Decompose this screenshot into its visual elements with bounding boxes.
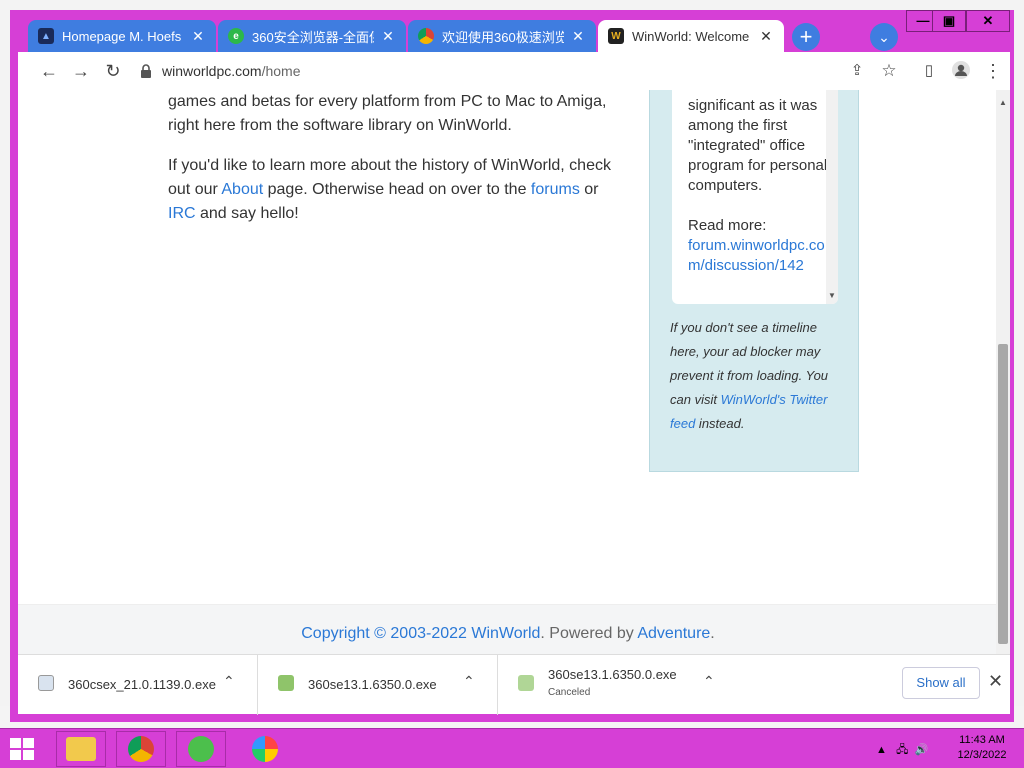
360-icon (188, 736, 214, 762)
download-filename: 360csex_21.0.1139.0.exe (68, 677, 216, 692)
close-tab-icon[interactable]: ✕ (380, 28, 396, 45)
tab-title: 360安全浏览器-全面保护 (252, 29, 374, 45)
history-text-d: and say hello! (195, 205, 299, 222)
scroll-up-arrow-icon[interactable]: ▲ (999, 98, 1007, 107)
download-filename: 360se13.1.6350.0.exe (308, 677, 437, 692)
taskbar: ▲ 🖧 🔊 11:43 AM 12/3/2022 (0, 728, 1024, 768)
file-explorer-taskbar-button[interactable] (56, 731, 106, 767)
tab-360-safe-browser[interactable]: e 360安全浏览器-全面保护 ✕ (218, 20, 406, 52)
scroll-down-arrow-icon[interactable]: ▼ (828, 291, 836, 300)
browser-window: ▲ Homepage M. Hoefs - Ü ✕ e 360安全浏览器-全面保… (10, 10, 1014, 722)
menu-kebab-icon[interactable]: ⋮ (982, 60, 1004, 82)
url-host: winworldpc.com (162, 63, 262, 79)
timeline-read-more-label: Read more: (688, 217, 767, 234)
profile-avatar[interactable] (950, 60, 972, 82)
copyright-link[interactable]: Copyright © 2003-2022 WinWorld (301, 625, 540, 642)
side-panel-icon[interactable]: ▯ (918, 60, 940, 82)
winworld-icon: ▲ (38, 28, 54, 44)
clock-date: 12/3/2022 (957, 749, 1007, 761)
url-text: winworldpc.com/home (162, 63, 301, 79)
chevron-up-icon[interactable]: ⌃ (223, 673, 235, 690)
chrome-icon (128, 736, 154, 762)
forward-button[interactable]: → (70, 60, 92, 82)
download-item[interactable]: 360se13.1.6350.0.exe Canceled ⌃ (498, 655, 738, 715)
tab-winworld-welcome[interactable]: W WinWorld: Welcome ✕ (598, 20, 784, 52)
page-scrollbar[interactable]: ▲ (996, 90, 1010, 654)
360-speed-taskbar-button[interactable] (240, 731, 290, 767)
intro-paragraph: games and betas for every platform from … (168, 93, 607, 134)
tab-title: WinWorld: Welcome (632, 28, 750, 44)
close-tab-icon[interactable]: ✕ (758, 28, 774, 45)
360-browser-taskbar-button[interactable] (176, 731, 226, 767)
download-item[interactable]: 360se13.1.6350.0.exe ⌃ (258, 655, 498, 715)
close-tab-icon[interactable]: ✕ (570, 28, 586, 45)
scrollbar-thumb[interactable] (998, 344, 1008, 644)
page-content: games and betas for every platform from … (18, 90, 1010, 654)
timeline-discussion-link[interactable]: forum.winworldpc.com/discussion/142 (688, 237, 825, 274)
history-text-b: page. Otherwise head on over to the (263, 181, 531, 198)
chrome-icon (418, 28, 434, 44)
tab-360-speed-browser[interactable]: 欢迎使用360极速浏览器 ✕ (408, 20, 596, 52)
chevron-up-icon[interactable]: ⌃ (703, 673, 715, 690)
tab-title: Homepage M. Hoefs - Ü (62, 28, 184, 44)
bookmark-star-icon[interactable]: ☆ (878, 60, 900, 82)
url-path: /home (261, 63, 301, 79)
close-tab-icon[interactable]: ✕ (190, 28, 206, 45)
maximize-button[interactable]: ▣ (932, 10, 966, 32)
ad-blocker-note: If you don't see a timeline here, your a… (670, 316, 838, 436)
reload-button[interactable]: ↻ (102, 60, 124, 82)
show-all-downloads-button[interactable]: Show all (902, 667, 980, 699)
start-button[interactable] (10, 738, 34, 760)
page-footer: Copyright © 2003-2022 WinWorld. Powered … (18, 604, 998, 654)
tab-homepage-hoefs[interactable]: ▲ Homepage M. Hoefs - Ü ✕ (28, 20, 216, 52)
forums-link[interactable]: forums (531, 181, 580, 198)
history-paragraph: If you'd like to learn more about the hi… (168, 154, 628, 226)
lock-icon (140, 64, 152, 78)
package-file-icon (278, 675, 294, 691)
system-tray[interactable]: ▲ 🖧 🔊 (876, 741, 928, 760)
download-shelf: 360csex_21.0.1139.0.exe ⌃ 360se13.1.6350… (18, 654, 1010, 715)
new-tab-button[interactable]: + (792, 23, 820, 51)
download-item[interactable]: 360csex_21.0.1139.0.exe ⌃ (18, 655, 258, 715)
clock-time: 11:43 AM (959, 734, 1005, 746)
tray-chevron-icon[interactable]: ▲ (876, 744, 887, 756)
swirl-app-icon (252, 736, 278, 762)
footer-period: . (710, 625, 715, 642)
close-shelf-icon[interactable]: ✕ (988, 671, 1003, 692)
installer-file-icon (38, 675, 54, 691)
timeline-entry-text: significant as it was among the first "i… (688, 97, 828, 194)
network-icon[interactable]: 🖧 (896, 744, 908, 756)
download-status: Canceled (548, 687, 591, 698)
about-link[interactable]: About (221, 181, 263, 198)
chevron-up-icon[interactable]: ⌃ (463, 673, 475, 690)
winworld-w-icon: W (608, 28, 624, 44)
timeline-widget[interactable]: significant as it was among the first "i… (672, 90, 838, 304)
history-text-c: or (579, 181, 599, 198)
tab-strip: ▲ Homepage M. Hoefs - Ü ✕ e 360安全浏览器-全面保… (10, 10, 1014, 52)
360-icon: e (228, 28, 244, 44)
welcome-text: games and betas for every platform from … (168, 90, 628, 242)
tab-title: 欢迎使用360极速浏览器 (442, 29, 564, 45)
address-bar[interactable]: winworldpc.com/home (134, 56, 884, 86)
footer-powered-text: . Powered by (540, 625, 638, 642)
taskbar-clock[interactable]: 11:43 AM 12/3/2022 (952, 733, 1012, 763)
folder-icon (66, 737, 96, 761)
package-file-icon (518, 675, 534, 691)
note-text-b: instead. (695, 416, 745, 431)
download-filename: 360se13.1.6350.0.exe (548, 667, 677, 682)
timeline-entry: significant as it was among the first "i… (688, 96, 828, 276)
back-button[interactable]: ← (38, 60, 60, 82)
timeline-scrollbar[interactable]: ▼ (826, 90, 838, 304)
volume-icon[interactable]: 🔊 (914, 744, 928, 756)
irc-link[interactable]: IRC (168, 205, 196, 222)
timeline-sidebar: significant as it was among the first "i… (649, 90, 859, 472)
tab-search-button[interactable]: ⌄ (870, 23, 898, 51)
adventure-link[interactable]: Adventure (637, 625, 710, 642)
browser-toolbar: ← → ↻ winworldpc.com/home ⇪ ☆ ▯ ⋮ (18, 52, 1010, 90)
share-icon[interactable]: ⇪ (846, 60, 868, 82)
chrome-taskbar-button[interactable] (116, 731, 166, 767)
close-window-button[interactable]: ✕ (966, 10, 1010, 32)
